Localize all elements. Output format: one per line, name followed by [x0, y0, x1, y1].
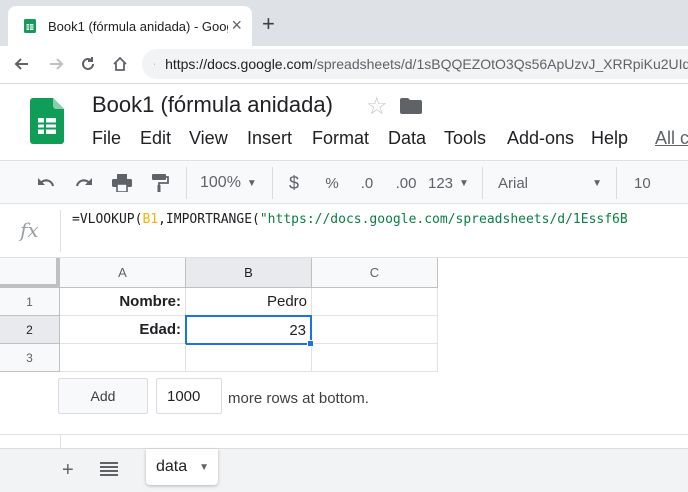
menu-edit[interactable]: Edit [140, 128, 171, 149]
cell-a1[interactable]: Nombre: [60, 288, 186, 316]
sheets-favicon-icon [24, 19, 36, 33]
font-select[interactable]: Arial ▼ [498, 171, 602, 195]
reload-icon[interactable] [76, 52, 100, 76]
caret-down-icon: ▼ [459, 177, 469, 189]
fill-handle[interactable] [307, 340, 314, 347]
doc-header: Book1 (fórmula anidada) ☆ File Edit View… [0, 84, 688, 160]
fx-icon: fx [20, 218, 39, 242]
menu-data[interactable]: Data [388, 128, 426, 149]
font-size-value: 10 [634, 174, 651, 192]
zoom-select[interactable]: 100% ▼ [200, 171, 264, 195]
grid-divider [0, 434, 688, 435]
more-formats-button[interactable]: 123 ▼ [428, 171, 472, 195]
cell-c1[interactable] [312, 288, 438, 316]
paint-format-icon[interactable] [148, 171, 172, 195]
forward-icon[interactable] [44, 52, 68, 76]
all-changes-link[interactable]: All c [655, 128, 688, 149]
row-header-3[interactable]: 3 [0, 344, 60, 372]
percent-format-button[interactable]: % [322, 171, 342, 195]
column-header-c[interactable]: C [312, 258, 438, 288]
select-all-corner[interactable] [0, 258, 60, 288]
cell-c2[interactable] [312, 316, 438, 344]
lock-icon [154, 63, 155, 65]
star-icon[interactable]: ☆ [366, 92, 388, 121]
row-header-2[interactable]: 2 [0, 316, 60, 344]
formula-bar: fx =VLOOKUP(B1,IMPORTRANGE("https://docs… [0, 204, 688, 258]
toolbar-separator [272, 167, 273, 199]
menu-tools[interactable]: Tools [444, 128, 486, 149]
add-rows-button[interactable]: Add [58, 378, 148, 414]
new-tab-icon[interactable]: + [262, 13, 275, 35]
cell-b3[interactable] [186, 344, 312, 372]
add-sheet-icon[interactable]: + [62, 459, 74, 482]
sheet-tab-data[interactable]: data ▼ [146, 449, 218, 485]
menu-help[interactable]: Help [591, 128, 628, 149]
browser-toolbar: https://docs.google.com/spreadsheets/d/1… [0, 46, 688, 84]
font-size-select[interactable]: 10 [634, 171, 674, 195]
undo-icon[interactable] [34, 171, 58, 195]
zoom-value: 100% [200, 174, 241, 191]
cell-c3[interactable] [312, 344, 438, 372]
column-header-b[interactable]: B [186, 258, 312, 288]
caret-down-icon: ▼ [592, 177, 602, 189]
url-host: https://docs.google.com [165, 56, 313, 72]
back-icon[interactable] [10, 52, 34, 76]
all-sheets-list-icon[interactable] [100, 461, 118, 477]
menu-view[interactable]: View [189, 128, 228, 149]
cell-b2[interactable]: 23 [185, 315, 312, 345]
cell-a3[interactable] [60, 344, 186, 372]
toolbar-separator [482, 167, 483, 199]
tab-title: Book1 (fórmula anidada) - Goog [48, 18, 228, 34]
sheet-tab-label: data [156, 458, 188, 475]
menu-file[interactable]: File [92, 128, 121, 149]
address-bar[interactable]: https://docs.google.com/spreadsheets/d/1… [142, 49, 688, 79]
row-header-1[interactable]: 1 [0, 288, 60, 316]
redo-icon[interactable] [72, 171, 96, 195]
url-path: /spreadsheets/d/1sBQQEZOtO3Qs56ApUzvJ_XR… [312, 56, 688, 72]
sheet-tab-bar: + data ▼ [0, 448, 688, 492]
sheets-toolbar: 100% ▼ $ % .0 .00 123 ▼ Arial ▼ 10 [0, 160, 688, 204]
menu-insert[interactable]: Insert [247, 128, 292, 149]
font-value: Arial [498, 174, 529, 192]
home-icon[interactable] [108, 52, 132, 76]
toolbar-separator [616, 167, 617, 199]
toolbar-separator [186, 167, 187, 199]
rows-count-input[interactable]: 1000 [156, 378, 222, 414]
caret-down-icon[interactable]: ▼ [199, 462, 209, 473]
increase-decimal-button[interactable]: .00 [392, 171, 420, 195]
cell-a2[interactable]: Edad: [60, 316, 186, 344]
formula-separator [60, 210, 61, 252]
row-header-edge [60, 434, 61, 448]
print-icon[interactable] [110, 171, 134, 195]
formula-part-1: =VLOOKUP( [72, 212, 143, 227]
more-rows-label: more rows at bottom. [228, 390, 369, 407]
folder-icon[interactable] [400, 98, 422, 114]
menu-format[interactable]: Format [312, 128, 369, 149]
sheets-logo-icon[interactable] [30, 98, 64, 144]
currency-format-button[interactable]: $ [286, 171, 302, 195]
decrease-decimal-button[interactable]: .0 [356, 171, 378, 195]
browser-tab[interactable]: Book1 (fórmula anidada) - Goog × [8, 6, 252, 46]
menu-add-ons[interactable]: Add-ons [507, 128, 574, 149]
column-header-a[interactable]: A [60, 258, 186, 288]
formula-cell-ref: B1 [142, 212, 159, 227]
caret-down-icon: ▼ [246, 177, 257, 189]
formula-input[interactable]: =VLOOKUP(B1,IMPORTRANGE("https://docs.go… [72, 212, 628, 227]
cell-b1[interactable]: Pedro [186, 288, 312, 316]
close-tab-icon[interactable]: × [231, 16, 242, 34]
browser-tab-strip: Book1 (fórmula anidada) - Goog × + [0, 0, 688, 46]
formula-part-2: ,IMPORTRANGE( [158, 212, 260, 227]
formula-string: "https://docs.google.com/spreadsheets/d/… [259, 212, 628, 227]
more-formats-label: 123 [428, 174, 454, 192]
document-title[interactable]: Book1 (fórmula anidada) [92, 92, 333, 118]
url-text: https://docs.google.com/spreadsheets/d/1… [165, 56, 688, 72]
